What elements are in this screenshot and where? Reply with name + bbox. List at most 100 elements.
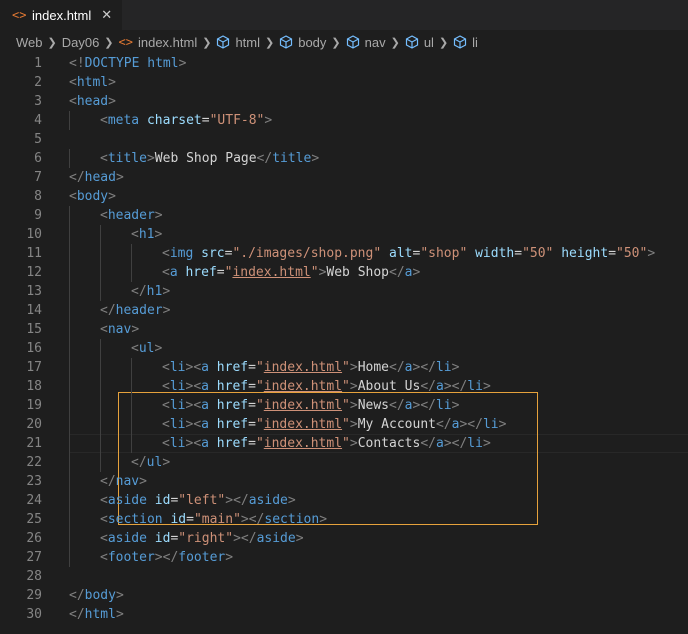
indent-guide	[100, 415, 101, 434]
code-token: <	[100, 113, 108, 128]
code-text: <a href="index.html">Web Shop</a>	[162, 263, 420, 282]
code-token: </	[100, 303, 116, 318]
code-line[interactable]: 10 <h1>	[0, 225, 688, 244]
code-line[interactable]: 9 <header>	[0, 206, 688, 225]
chevron-right-icon: ❯	[331, 36, 341, 49]
code-token: >	[225, 493, 234, 508]
code-token: <	[162, 436, 170, 451]
code-line[interactable]: 11 <img src = "./images/shop.png" alt = "shop…	[0, 244, 688, 263]
code-token: >	[647, 246, 656, 261]
breadcrumb-ul[interactable]: ul	[405, 35, 434, 50]
code-line[interactable]: 29 </body>	[0, 586, 688, 605]
indent-guide	[100, 339, 101, 358]
indent-guide	[100, 453, 101, 472]
line-number: 22	[26, 455, 42, 470]
code-token: a	[169, 265, 178, 280]
code-token: </	[131, 284, 147, 299]
indent-guide	[69, 320, 70, 339]
code-token: li	[467, 379, 483, 394]
code-token: html	[84, 607, 116, 622]
breadcrumb-body[interactable]: body	[279, 35, 326, 50]
code-line[interactable]: 1 <!DOCTYPE html>	[0, 54, 688, 73]
code-text: <aside id="right"></aside>	[100, 529, 304, 548]
code-editor[interactable]: 1 <!DOCTYPE html> 2 <html> 3 <head> 4 <meta cha…	[0, 54, 688, 634]
code-token: h1	[146, 284, 163, 299]
code-line[interactable]: 8 <body>	[0, 187, 688, 206]
indent-guide	[69, 206, 70, 225]
breadcrumb-nav[interactable]: nav	[346, 35, 386, 50]
code-line[interactable]: 16 <ul>	[0, 339, 688, 358]
breadcrumb-html[interactable]: html	[216, 35, 260, 50]
code-token: <	[69, 75, 77, 90]
code-token: li	[482, 417, 499, 432]
code-line[interactable]: 15 <nav>	[0, 320, 688, 339]
code-line[interactable]: 3 <head>	[0, 92, 688, 111]
code-token: height	[561, 246, 609, 261]
code-text: <header>	[100, 206, 163, 225]
code-token: li	[169, 398, 186, 413]
code-line[interactable]: 13 </h1>	[0, 282, 688, 301]
code-token: >	[240, 512, 249, 527]
tab-index-html[interactable]: <> index.html ✕	[0, 0, 122, 30]
code-line[interactable]: 19 <li><a href="index.html">News</a></li>	[0, 396, 688, 415]
code-line[interactable]: 12 <a href="index.html">Web Shop</a>	[0, 263, 688, 282]
code-text: </nav>	[100, 472, 147, 491]
code-line[interactable]: 4 <meta charset="UTF-8">	[0, 111, 688, 130]
breadcrumb-web[interactable]: Web	[16, 35, 43, 50]
chevron-right-icon: ❯	[104, 36, 114, 49]
code-line[interactable]: 6 <title>Web Shop Page</title>	[0, 149, 688, 168]
code-token: >	[264, 113, 273, 128]
code-text: <ul>	[131, 339, 162, 358]
code-line[interactable]: 28	[0, 567, 688, 586]
code-line[interactable]: 7 </head>	[0, 168, 688, 187]
code-token: >	[412, 265, 421, 280]
breadcrumb-file[interactable]: <> index.html	[119, 35, 198, 50]
indent-guide	[69, 263, 70, 282]
code-line[interactable]: 24 <aside id="left"></aside>	[0, 491, 688, 510]
code-line[interactable]: 26 <aside id="right"></aside>	[0, 529, 688, 548]
code-token: <	[162, 265, 170, 280]
indent-guide	[131, 358, 132, 377]
code-line[interactable]: 25 <section id="main"></section>	[0, 510, 688, 529]
code-token: a	[201, 436, 209, 451]
code-token: "	[342, 417, 350, 432]
indent-guide	[131, 396, 132, 415]
code-line[interactable]: 18 <li><a href="index.html">About Us</a><…	[0, 377, 688, 396]
line-number: 24	[26, 493, 42, 508]
breadcrumb-day06[interactable]: Day06	[62, 35, 100, 50]
code-token: >	[131, 322, 140, 337]
code-token: "shop"	[420, 246, 468, 261]
code-token: section	[264, 512, 320, 527]
code-token: >	[349, 417, 358, 432]
code-token: "	[342, 360, 350, 375]
breadcrumb-li[interactable]: li	[453, 35, 478, 50]
code-line[interactable]: 14 </header>	[0, 301, 688, 320]
code-token: >	[349, 436, 358, 451]
indent-guide	[69, 358, 70, 377]
code-line[interactable]: 22 </ul>	[0, 453, 688, 472]
breadcrumb-nav-label: nav	[364, 34, 386, 50]
indent-guide	[69, 434, 70, 453]
code-text: <li><a href="index.html">My Account</a><…	[162, 415, 506, 434]
breadcrumb-li-label: li	[472, 34, 478, 50]
code-token: >	[349, 398, 358, 413]
line-number: 5	[34, 132, 42, 147]
code-line[interactable]: 17 <li><a href="index.html">Home</a></li>	[0, 358, 688, 377]
code-token: <	[162, 246, 170, 261]
indent-guide	[69, 529, 70, 548]
code-token: header	[107, 208, 155, 223]
code-line[interactable]: 5	[0, 130, 688, 149]
code-line[interactable]: 23 </nav>	[0, 472, 688, 491]
chevron-right-icon: ❯	[438, 36, 449, 49]
code-line[interactable]: 21 <li><a href="index.html">Contacts</a><…	[0, 434, 688, 453]
code-token: id	[154, 531, 171, 546]
code-token: alt	[389, 246, 413, 261]
code-line[interactable]: 2 <html>	[0, 73, 688, 92]
code-line[interactable]: 27 <footer></footer>	[0, 548, 688, 567]
close-icon[interactable]: ✕	[101, 7, 112, 23]
indent-guide	[69, 377, 70, 396]
code-token: id	[170, 512, 187, 527]
code-token: Web Shop	[326, 265, 390, 280]
code-line[interactable]: 30 </html>	[0, 605, 688, 624]
code-line[interactable]: 20 <li><a href="index.html">My Account</a…	[0, 415, 688, 434]
